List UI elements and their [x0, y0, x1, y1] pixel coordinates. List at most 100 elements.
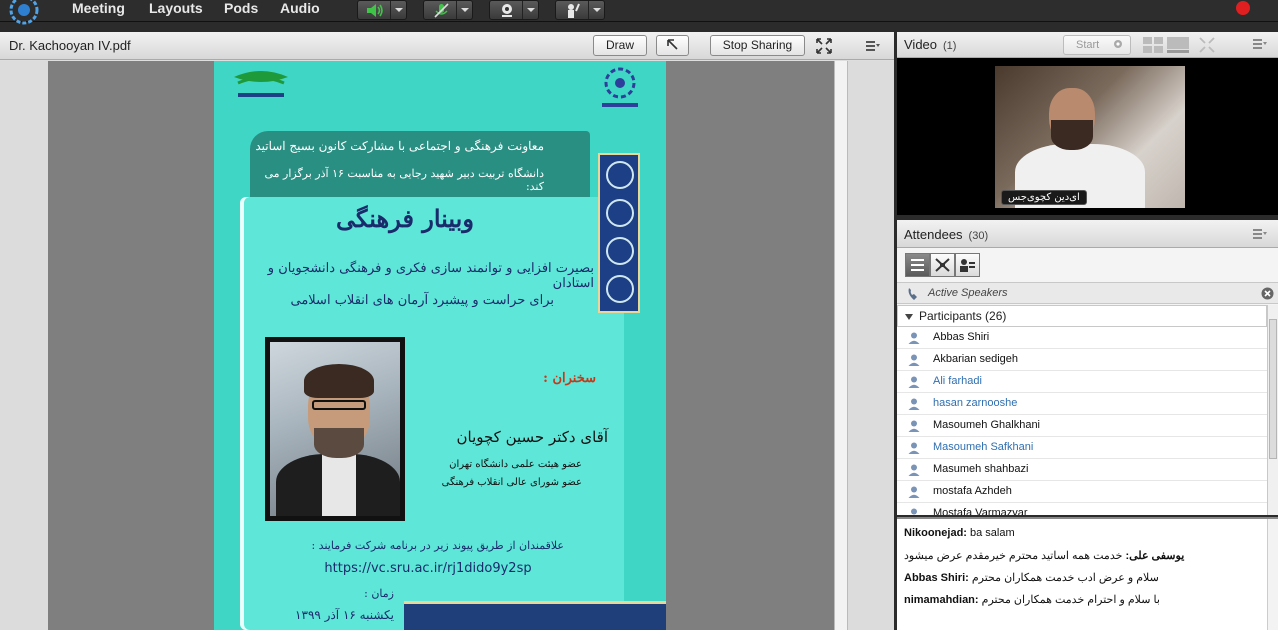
- cultural-deputy-logo-icon: [602, 67, 638, 107]
- pod-options-menu-icon[interactable]: [1253, 39, 1267, 49]
- participant-name: Masoumeh Safkhani: [933, 441, 1034, 453]
- menu-meeting[interactable]: Meeting: [72, 0, 125, 20]
- fullscreen-icon[interactable]: [815, 37, 833, 55]
- chevron-down-icon[interactable]: [390, 1, 406, 19]
- menu-layouts[interactable]: Layouts: [149, 0, 203, 20]
- app-logo-icon: [9, 0, 39, 25]
- filmstrip-view-icon[interactable]: [1167, 37, 1189, 53]
- chat-message: Nikoonejad: ba salam: [904, 527, 1015, 539]
- share-vertical-scrollbar[interactable]: [834, 61, 848, 630]
- list-view-button[interactable]: [905, 253, 930, 277]
- chat-sender: Nikoonejad:: [904, 527, 967, 539]
- participant-name: Abbas Shiri: [933, 331, 990, 343]
- share-gutter-left: [0, 61, 48, 630]
- webcam-icon: [502, 4, 512, 17]
- poster-speaker-name: آقای دکتر حسین کچویان: [456, 428, 608, 446]
- stop-sharing-button[interactable]: Stop Sharing: [710, 35, 805, 56]
- pod-options-menu-icon[interactable]: [866, 41, 880, 51]
- participant-row[interactable]: Ali farhadi: [897, 371, 1267, 393]
- webcam-video-feed[interactable]: [995, 66, 1185, 208]
- webcam-button[interactable]: [489, 0, 539, 20]
- participants-label: Participants (26): [919, 309, 1007, 323]
- user-icon: [908, 420, 920, 432]
- poster-bottom-tile: [404, 601, 666, 630]
- poster-tile-strip: [598, 153, 640, 313]
- start-webcam-button[interactable]: Start: [1063, 35, 1131, 55]
- microphone-muted-icon: [434, 3, 449, 18]
- list-view-icon: [911, 259, 924, 271]
- sync-button[interactable]: [656, 35, 689, 56]
- user-icon: [908, 464, 920, 476]
- poster-speaker-role-2: عضو شورای عالی انقلاب فرهنگی: [441, 477, 582, 488]
- participant-row[interactable]: Mostafa Varmazyar: [897, 503, 1267, 515]
- breakout-view-button[interactable]: [930, 253, 955, 277]
- pod-options-menu-icon[interactable]: [1253, 229, 1267, 239]
- menu-audio[interactable]: Audio: [280, 0, 320, 20]
- recording-indicator-icon[interactable]: [1236, 1, 1250, 15]
- poster-line-2: دانشگاه تربیت دبیر شهید رجایی به مناسبت …: [264, 167, 544, 193]
- participant-name: Ali farhadi: [933, 375, 982, 387]
- speaker-volume-button[interactable]: [357, 0, 407, 20]
- university-logo-icon: [234, 71, 288, 97]
- attendees-pod-title: Attendees (30): [904, 227, 989, 242]
- participant-name: Mostafa Varmazyar: [933, 507, 1028, 515]
- poster-speakers-label: سخنران :: [543, 371, 596, 386]
- menu-pods[interactable]: Pods: [224, 0, 258, 20]
- poster-title: وبینار فرهنگی: [336, 204, 474, 233]
- share-pod: Dr. Kachooyan IV.pdf Draw Stop Sharing م…: [0, 32, 894, 630]
- top-menu-bar: Meeting Layouts Pods Audio: [0, 0, 1278, 25]
- chat-sender: nimamahdian:: [904, 594, 979, 606]
- participant-row[interactable]: Akbarian sedigeh: [897, 349, 1267, 371]
- participant-row[interactable]: Masoumeh Safkhani: [897, 437, 1267, 459]
- participant-row[interactable]: hasan zarnooshe: [897, 393, 1267, 415]
- participants-group-header[interactable]: Participants (26): [897, 305, 1267, 327]
- phone-icon: [908, 288, 917, 300]
- poster-speaker-role-1: عضو هیئت علمی دانشگاه تهران: [449, 459, 582, 470]
- chat-message: Abbas Shiri: سلام و عرض ادب خدمت همکاران…: [904, 571, 1159, 584]
- breakout-icon: [935, 258, 950, 272]
- share-pod-header: Dr. Kachooyan IV.pdf Draw Stop Sharing: [0, 32, 894, 60]
- participant-row[interactable]: mostafa Azhdeh: [897, 481, 1267, 503]
- chat-text: ba salam: [966, 527, 1015, 539]
- status-view-button[interactable]: [955, 253, 980, 277]
- raise-hand-button[interactable]: [555, 0, 605, 20]
- share-pod-title: Dr. Kachooyan IV.pdf: [9, 38, 131, 53]
- chat-message: یوسفی علی: خدمت همه اساتید محترم خیرمقدم…: [904, 549, 1184, 562]
- poster-webinar-link: https://vc.sru.ac.ir/rj1dido9y2sp: [324, 561, 532, 576]
- webcam-icon: [1114, 40, 1122, 48]
- fullscreen-icon[interactable]: [1199, 37, 1215, 53]
- chevron-down-icon[interactable]: [588, 1, 604, 19]
- user-icon: [908, 398, 920, 410]
- close-icon[interactable]: [1261, 287, 1274, 300]
- attendees-scrollbar[interactable]: [1267, 305, 1278, 515]
- chevron-down-icon[interactable]: [522, 1, 538, 19]
- poster-subtitle-1: بصیرت افزایی و توانمند سازی فکری و فرهنگ…: [267, 261, 594, 291]
- grid-view-icon[interactable]: [1143, 37, 1163, 53]
- shared-pdf-page: معاونت فرهنگی و اجتماعی با مشارکت کانون …: [214, 61, 666, 630]
- participant-name: hasan zarnooshe: [933, 397, 1018, 409]
- participant-row[interactable]: Masumeh shahbazi: [897, 459, 1267, 481]
- draw-button[interactable]: Draw: [593, 35, 647, 56]
- microphone-button[interactable]: [423, 0, 473, 20]
- collapse-triangle-icon[interactable]: [905, 314, 913, 320]
- attendees-pod-header: Attendees (30): [897, 220, 1278, 248]
- participant-row[interactable]: Masoumeh Ghalkhani: [897, 415, 1267, 437]
- participant-name: Masoumeh Ghalkhani: [933, 419, 1041, 431]
- chat-scrollbar[interactable]: [1267, 519, 1278, 630]
- chat-sender: Abbas Shiri:: [904, 572, 969, 584]
- chat-message: nimamahdian: با سلام و احترام خدمت همکار…: [904, 593, 1160, 606]
- participant-name: Akbarian sedigeh: [933, 353, 1019, 365]
- chat-sender: یوسفی علی:: [1125, 550, 1185, 562]
- user-icon: [908, 332, 920, 344]
- participant-row[interactable]: Abbas Shiri: [897, 327, 1267, 349]
- chat-text: سلام و عرض ادب خدمت همکاران محترم: [968, 572, 1159, 584]
- video-pod-title: Video (1): [904, 37, 957, 52]
- attendees-count: (30): [968, 230, 989, 242]
- poster-invite-text: علاقمندان از طریق پیوند زیر در برنامه شر…: [311, 539, 564, 552]
- poster-subtitle-2: برای حراست و پیشبرد آرمان های انقلاب اسل…: [290, 293, 555, 308]
- speaker-photo: [265, 337, 405, 521]
- poster-line-1: معاونت فرهنگی و اجتماعی با مشارکت کانون …: [255, 139, 544, 153]
- user-icon: [908, 376, 920, 388]
- chevron-down-icon[interactable]: [456, 1, 472, 19]
- video-pod-header: Video (1) Start: [897, 32, 1278, 58]
